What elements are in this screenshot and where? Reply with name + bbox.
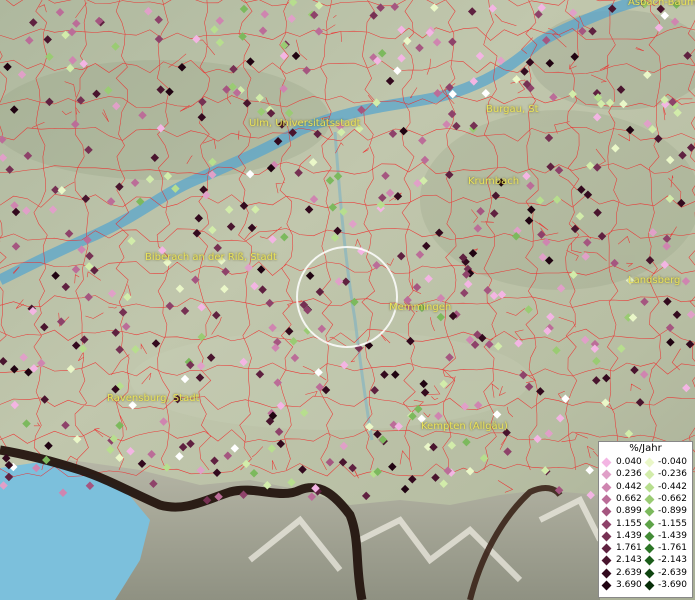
legend-swatch-negative xyxy=(644,568,655,579)
legend-value-positive: 0.662 xyxy=(616,493,642,504)
legend: %/Jahr 0.040 -0.040 0.236 -0.236 0.442 -0.442… xyxy=(598,441,693,598)
legend-title: %/Jahr xyxy=(629,443,662,454)
city-label-krumbach: Krumbach xyxy=(468,176,520,187)
legend-value-positive: 0.442 xyxy=(616,481,642,492)
legend-swatch-negative xyxy=(644,555,655,566)
legend-swatch-positive xyxy=(601,568,612,579)
legend-row: 0.662 -0.662 xyxy=(601,494,693,506)
legend-swatch-negative xyxy=(644,494,655,505)
legend-row: 3.690 -3.690 xyxy=(601,580,693,592)
legend-value-positive: 0.236 xyxy=(616,469,642,480)
legend-swatch-positive xyxy=(601,469,612,480)
legend-value-positive: 3.690 xyxy=(616,580,642,590)
map-canvas[interactable] xyxy=(0,0,695,600)
city-label-landsberg: Landsberg xyxy=(628,275,681,286)
legend-value-negative: -0.040 xyxy=(658,457,688,467)
legend-row: 2.639 -2.639 xyxy=(601,568,693,580)
city-label-ulm: Ulm, Universitätsstadt xyxy=(249,118,361,129)
legend-value-negative: -1.439 xyxy=(658,530,688,541)
legend-value-positive: 1.761 xyxy=(616,543,642,554)
city-label-kempten: Kempten (Allgäu) xyxy=(421,421,508,432)
legend-row: 0.442 -0.442 xyxy=(601,482,693,494)
city-label-ravensburg: Ravensburg, Stadt xyxy=(107,393,200,404)
legend-swatch-positive xyxy=(601,519,612,529)
legend-row: 0.899 -0.899 xyxy=(601,506,693,518)
legend-row: 1.155 -1.155 xyxy=(601,519,693,531)
legend-value-negative: -2.639 xyxy=(658,567,688,578)
legend-swatch-positive xyxy=(601,531,612,542)
legend-swatch-positive xyxy=(601,555,612,566)
legend-row: 0.040 -0.040 xyxy=(601,457,693,469)
legend-row: 1.761 -1.761 xyxy=(601,543,693,555)
legend-swatch-negative xyxy=(644,543,655,554)
map-view[interactable]: Ulm, Universitätsstadt Burgau, St Bibera… xyxy=(0,0,695,600)
city-label-memmingen: Memmingen xyxy=(389,302,452,313)
legend-value-negative: -0.662 xyxy=(658,493,688,504)
legend-value-negative: -1.761 xyxy=(658,543,688,554)
legend-swatch-negative xyxy=(644,531,655,542)
city-label-biberach: Biberach an der Riß, Stadt xyxy=(145,252,277,263)
legend-swatch-negative xyxy=(644,580,655,591)
legend-value-negative: -2.143 xyxy=(658,555,688,566)
legend-value-positive: 0.040 xyxy=(616,457,642,467)
legend-value-positive: 1.155 xyxy=(616,518,642,529)
legend-swatch-negative xyxy=(644,519,655,529)
legend-swatch-negative xyxy=(644,482,655,493)
legend-swatch-positive xyxy=(601,506,612,517)
legend-value-positive: 2.639 xyxy=(616,567,642,578)
legend-row: 1.439 -1.439 xyxy=(601,531,693,543)
legend-value-negative: -0.442 xyxy=(658,481,688,492)
legend-value-positive: 1.439 xyxy=(616,530,642,541)
legend-swatch-positive xyxy=(601,482,612,493)
legend-swatch-positive xyxy=(601,494,612,505)
legend-swatch-positive xyxy=(601,543,612,554)
legend-value-negative: -3.690 xyxy=(658,580,688,590)
legend-value-negative: -0.236 xyxy=(658,469,688,480)
legend-swatch-positive xyxy=(601,457,612,468)
city-label-burgau: Burgau, St xyxy=(486,104,539,115)
legend-value-positive: 2.143 xyxy=(616,555,642,566)
legend-swatch-positive xyxy=(601,580,612,591)
legend-swatch-negative xyxy=(644,506,655,517)
legend-value-negative: -0.899 xyxy=(658,506,688,517)
legend-value-positive: 0.899 xyxy=(616,506,642,517)
legend-value-negative: -1.155 xyxy=(658,518,688,529)
legend-swatch-negative xyxy=(644,469,655,480)
legend-swatch-negative xyxy=(644,457,655,468)
legend-row: 0.236 -0.236 xyxy=(601,469,693,481)
legend-row: 2.143 -2.143 xyxy=(601,555,693,567)
city-label-asbach: Asbach-Bäumenheim xyxy=(628,0,695,8)
